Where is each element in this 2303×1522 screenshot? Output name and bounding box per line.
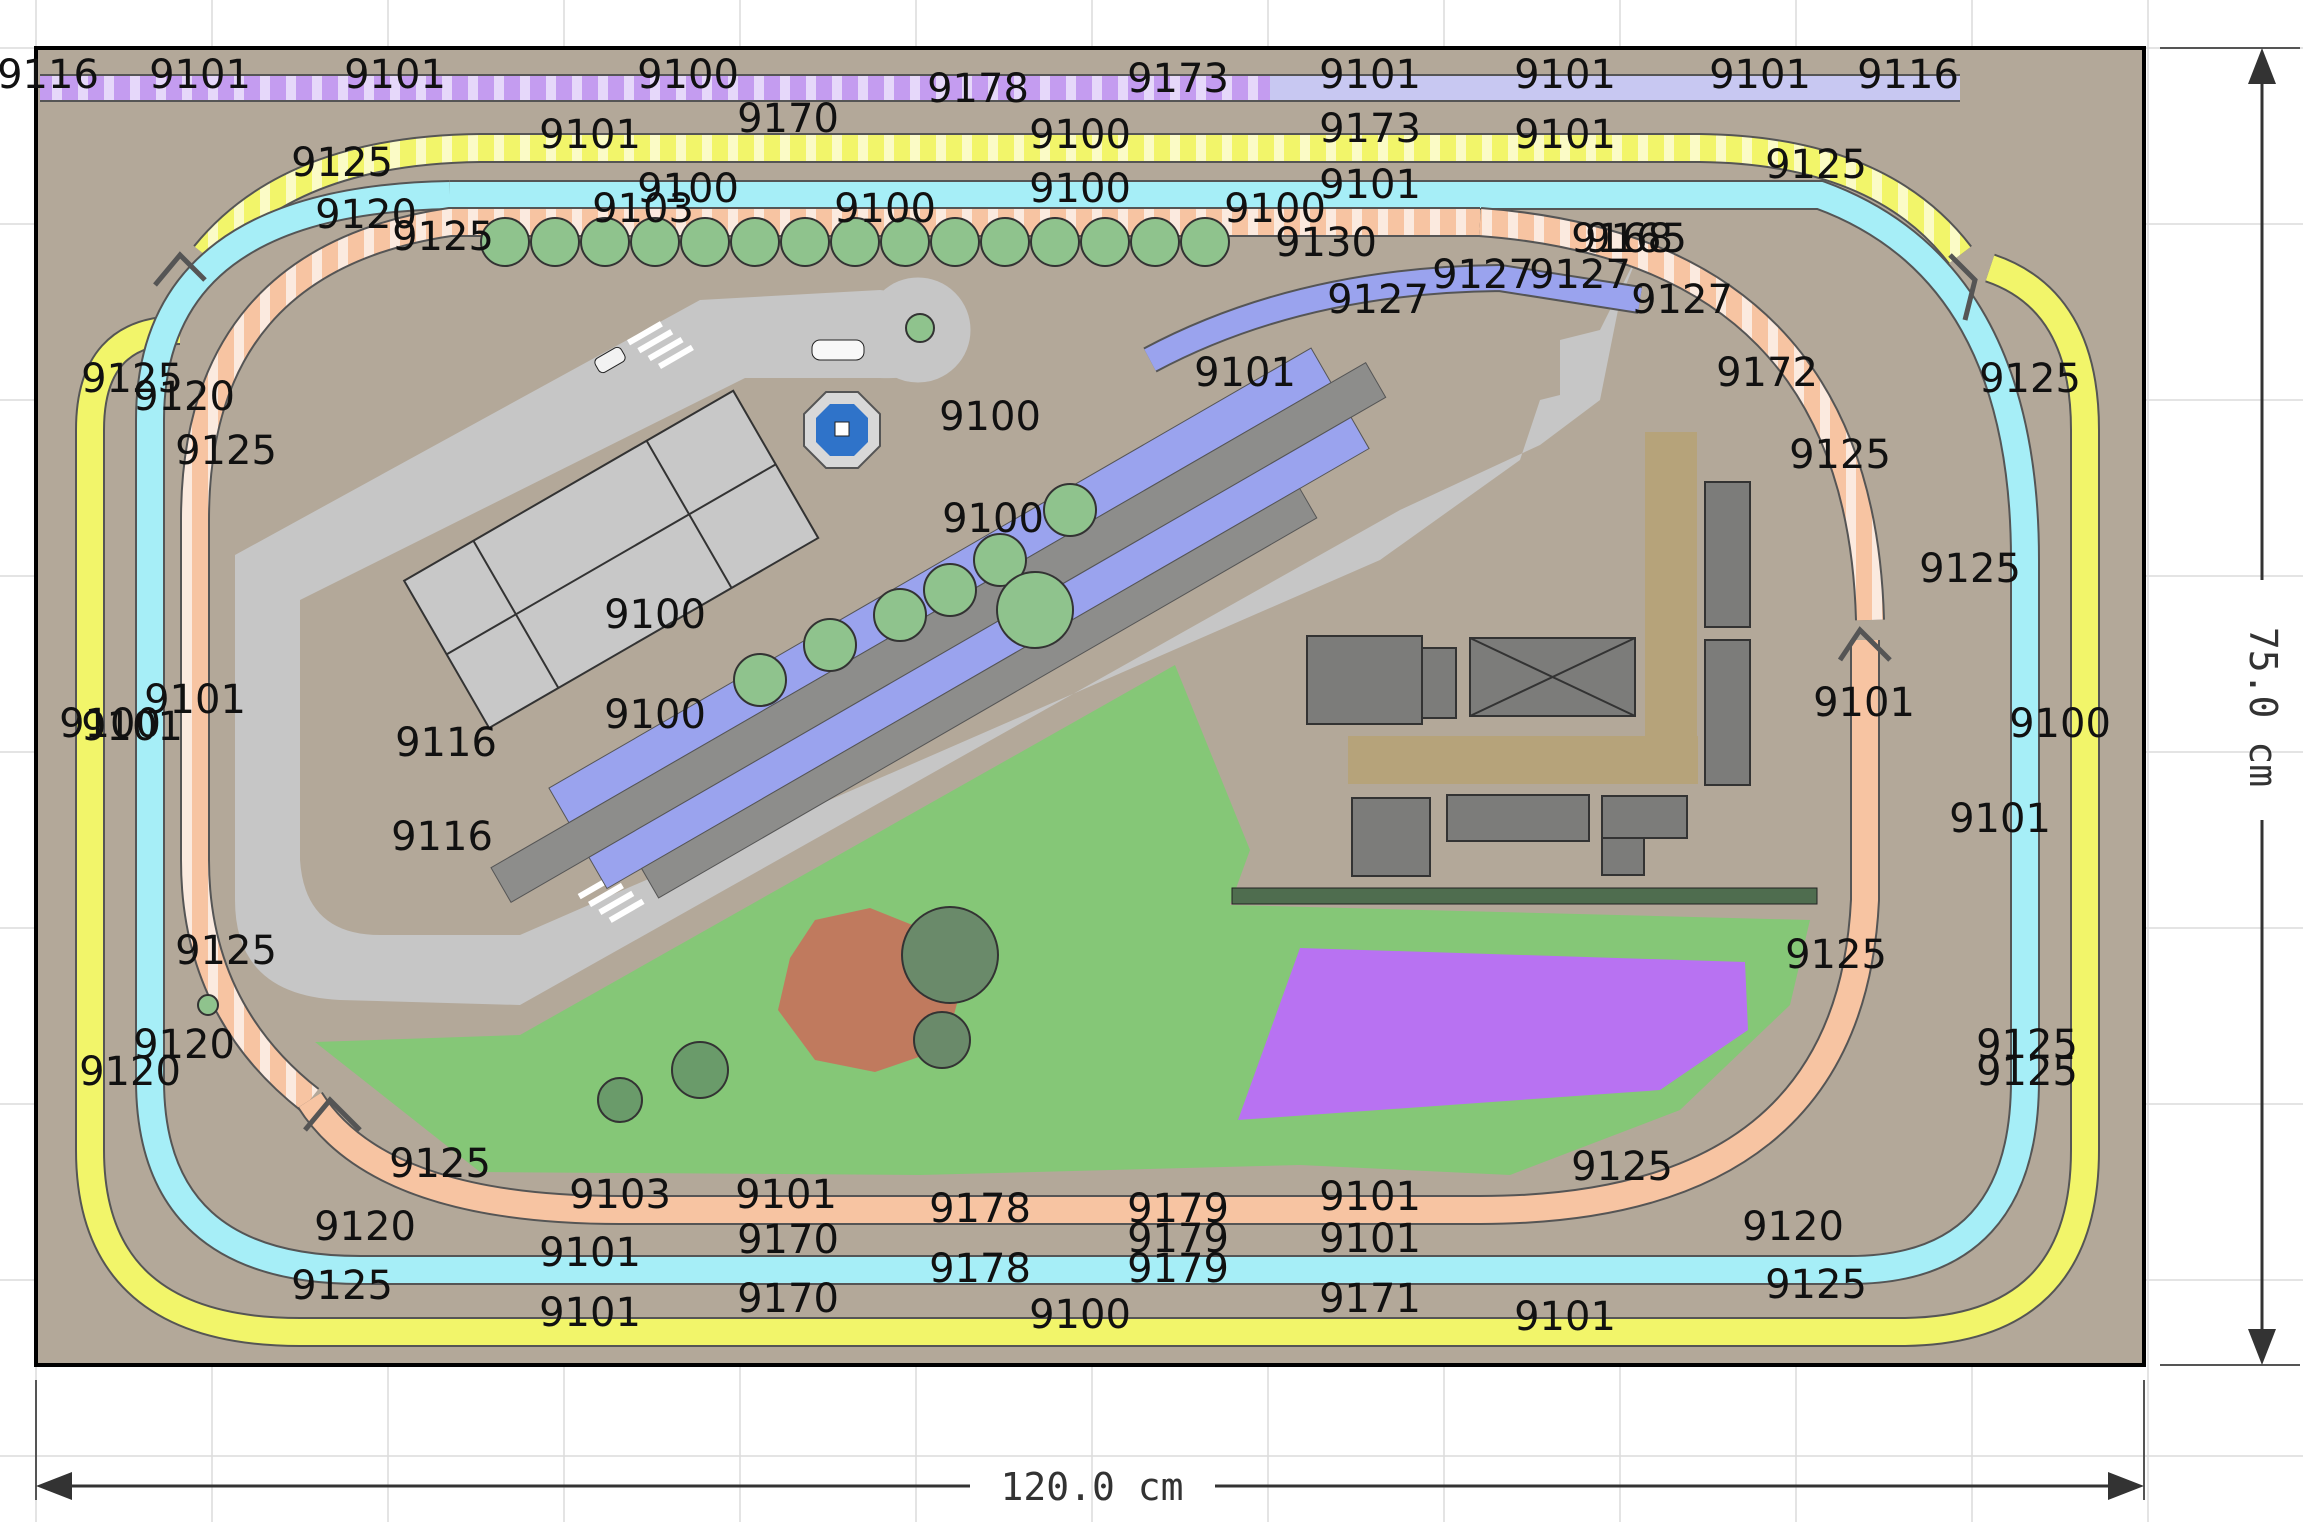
track-piece-label: 9130 <box>1275 220 1377 266</box>
track-piece-label: 9101 <box>344 52 446 98</box>
height-dimension-label: 75.0 cm <box>2241 627 2285 787</box>
track-piece-label: 9120 <box>314 1204 416 1250</box>
track-piece-label: 9178 <box>929 1186 1031 1232</box>
tree-icon <box>1030 217 1080 267</box>
track-piece-label: 9101 <box>1949 796 2051 842</box>
track-piece-label: 9125 <box>291 140 393 186</box>
track-layout-diagram: 9116 9101 9101 9100 9178 9173 9101 9101 9101 9116… <box>0 0 2303 1522</box>
track-piece-label: 9101 <box>1514 52 1616 98</box>
track-piece-label: 9120 <box>133 374 235 420</box>
track-piece-label: 9100 <box>2009 701 2111 747</box>
track-piece-label: 9100 <box>637 52 739 98</box>
track-piece-label: 9101 <box>735 1172 837 1218</box>
track-piece-label: 9101 <box>1319 1216 1421 1262</box>
track-piece-label: 9116 <box>1857 52 1959 98</box>
track-piece-label: 9101 <box>1319 162 1421 208</box>
building-shed <box>1704 481 1751 628</box>
track-piece-label: 9100 <box>942 496 1044 542</box>
track-piece-label: 9101 <box>1514 1294 1616 1340</box>
track-piece-label: 9100 <box>1029 166 1131 212</box>
tree-icon <box>980 217 1030 267</box>
track-piece-label: 9125 <box>1976 1049 2078 1095</box>
tree-icon <box>1080 217 1130 267</box>
track-piece-label: 9101 <box>81 704 183 750</box>
track-piece-label: 9103 <box>569 1172 671 1218</box>
track-piece-label: 9120 <box>79 1049 181 1095</box>
track-piece-label: 9125 <box>1785 932 1887 978</box>
track-piece-label: 9101 <box>1514 112 1616 158</box>
hedge <box>1231 887 1818 905</box>
track-piece-label: 9179 <box>1127 1246 1229 1292</box>
track-piece-label: 9173 <box>1319 106 1421 152</box>
track-piece-label: 9100 <box>834 186 936 232</box>
track-piece-label: 9100 <box>1029 1292 1131 1338</box>
track-piece-label: 9100 <box>939 394 1041 440</box>
tree-icon <box>930 217 980 267</box>
track-piece-label: 9125 <box>1919 546 2021 592</box>
track-piece-label: 9125 <box>175 428 277 474</box>
tree-icon <box>530 217 580 267</box>
track-piece-label: 9116 <box>395 720 497 766</box>
track-piece-label: 9101 <box>539 1290 641 1336</box>
track-piece-label: 9173 <box>1127 56 1229 102</box>
track-piece-label: 9125 <box>291 1263 393 1309</box>
track-piece-label: 9101 <box>1319 52 1421 98</box>
track-piece-label: 9101 <box>149 52 251 98</box>
track-piece-label: 9171 <box>1319 1276 1421 1322</box>
track-piece-label: 9170 <box>737 1276 839 1322</box>
track-piece-label: 9100 <box>1029 112 1131 158</box>
track-piece-label: 9125 <box>389 1141 491 1187</box>
track-piece-label: 9100 <box>604 692 706 738</box>
track-piece-label: 9170 <box>737 96 839 142</box>
track-piece-label: 9127 <box>1631 277 1733 323</box>
track-piece-label: 9101 <box>1813 680 1915 726</box>
track-piece-label: 9101 <box>1709 52 1811 98</box>
track-piece-label: 9172 <box>1716 350 1818 396</box>
tree-icon <box>780 217 830 267</box>
track-piece-label: 9178 <box>929 1246 1031 1292</box>
track-piece-label: 9125 <box>175 928 277 974</box>
track-piece-label: 9127 <box>1529 252 1631 298</box>
width-dimension-label: 120.0 cm <box>1000 1465 1183 1509</box>
track-piece-label: 9100 <box>604 592 706 638</box>
tree-icon <box>1130 217 1180 267</box>
track-piece-label: 9101 <box>1319 1174 1421 1220</box>
track-piece-label: 9101 <box>1194 350 1296 396</box>
fountain-icon <box>803 391 881 469</box>
track-piece-label: 9116 <box>0 52 99 98</box>
track-piece-label: 9125 <box>1571 1144 1673 1190</box>
track-piece-label: 9125 <box>1765 1262 1867 1308</box>
dimension-width: 120.0 cm <box>35 1380 2145 1509</box>
tree-icon <box>730 217 780 267</box>
track-piece-label: 9101 <box>539 1230 641 1276</box>
track-piece-label: 9127 <box>1432 252 1534 298</box>
tree-icon <box>1180 217 1230 267</box>
track-piece-label: 9101 <box>539 112 641 158</box>
track-piece-label: 9127 <box>1327 277 1429 323</box>
track-piece-label: 9178 <box>927 66 1029 112</box>
track-piece-label: 9120 <box>1742 1204 1844 1250</box>
track-piece-label: 9116 <box>391 814 493 860</box>
dimension-height: 75.0 cm <box>2160 47 2300 1366</box>
track-piece-label: 9103 <box>592 186 694 232</box>
track-piece-label: 9125 <box>1789 432 1891 478</box>
building-house <box>1306 635 1423 725</box>
track-piece-label: 9125 <box>1765 142 1867 188</box>
track-piece-label: 9125 <box>1979 356 2081 402</box>
track-piece-label: 9125 <box>392 214 494 260</box>
track-piece-label: 9170 <box>737 1217 839 1263</box>
